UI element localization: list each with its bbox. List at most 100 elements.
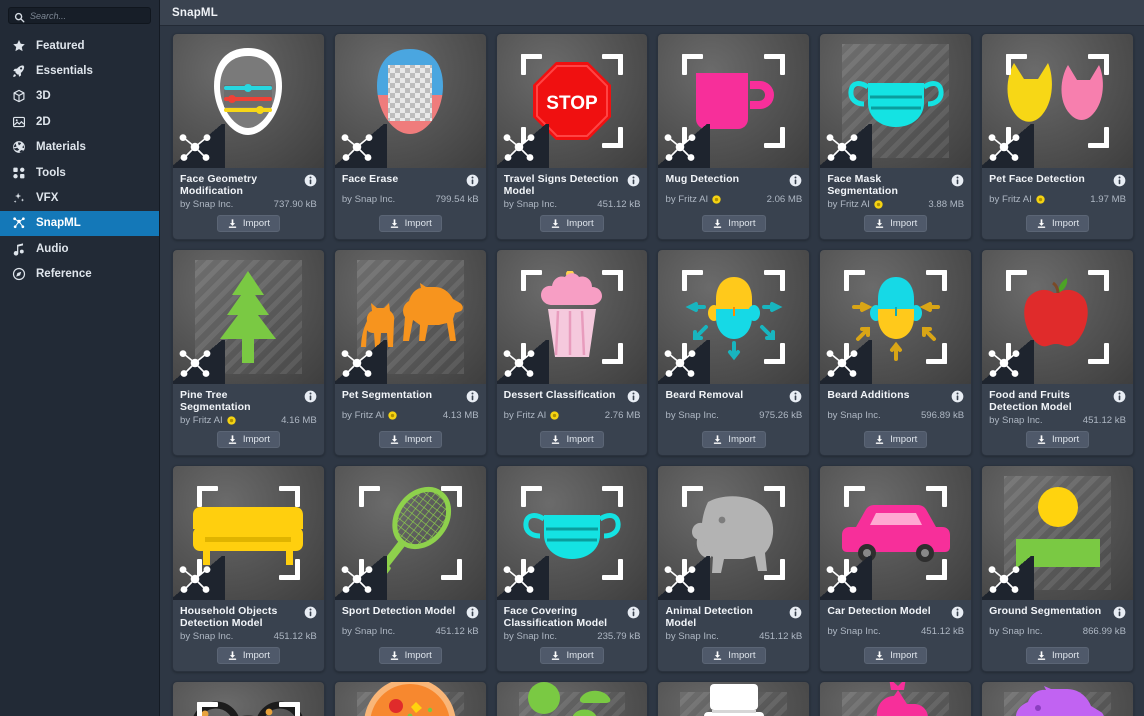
sidebar-item-audio[interactable]: Audio bbox=[0, 236, 159, 261]
asset-thumbnail[interactable] bbox=[658, 466, 810, 600]
asset-thumbnail[interactable] bbox=[820, 466, 972, 600]
asset-thumbnail[interactable] bbox=[658, 250, 810, 384]
info-icon[interactable] bbox=[627, 390, 640, 408]
import-button[interactable]: Import bbox=[702, 431, 766, 448]
import-button[interactable]: Import bbox=[1025, 215, 1090, 232]
asset-card[interactable] bbox=[172, 681, 325, 716]
info-icon[interactable] bbox=[466, 606, 479, 624]
info-icon[interactable] bbox=[466, 174, 479, 192]
asset-card[interactable]: Car Detection Model by Snap Inc. 451.12 kB… bbox=[819, 465, 973, 672]
asset-card[interactable]: STOP Travel Signs Detection Model by Snap … bbox=[495, 33, 649, 240]
asset-thumbnail[interactable] bbox=[173, 34, 324, 168]
info-icon[interactable] bbox=[627, 606, 640, 624]
sidebar-item-vfx[interactable]: VFX bbox=[0, 185, 159, 210]
info-icon[interactable] bbox=[304, 390, 317, 408]
import-button[interactable]: Import bbox=[702, 647, 766, 664]
asset-card[interactable] bbox=[657, 681, 811, 716]
import-button[interactable]: Import bbox=[864, 647, 928, 664]
asset-card[interactable]: Face Geometry Modification by Snap Inc. 73… bbox=[172, 33, 325, 240]
asset-browser[interactable]: Face Geometry Modification by Snap Inc. 73… bbox=[160, 26, 1144, 716]
asset-thumbnail[interactable] bbox=[334, 682, 486, 716]
info-icon[interactable] bbox=[466, 390, 479, 408]
asset-thumbnail[interactable] bbox=[820, 682, 972, 716]
import-button[interactable]: Import bbox=[864, 431, 928, 448]
asset-thumbnail[interactable]: STOP bbox=[496, 34, 648, 168]
asset-thumbnail[interactable] bbox=[173, 250, 324, 384]
import-button[interactable]: Import bbox=[1025, 647, 1090, 664]
import-button[interactable]: Import bbox=[378, 215, 442, 232]
asset-thumbnail[interactable] bbox=[982, 682, 1133, 716]
asset-thumbnail[interactable] bbox=[334, 250, 486, 384]
sidebar-item-featured[interactable]: Featured bbox=[0, 33, 159, 58]
asset-card[interactable]: Pine Tree Segmentation by Fritz AI 4.16 MB… bbox=[172, 249, 325, 456]
info-icon[interactable] bbox=[627, 174, 640, 192]
download-icon bbox=[389, 434, 400, 445]
import-button[interactable]: Import bbox=[540, 431, 604, 448]
asset-thumbnail[interactable] bbox=[658, 682, 810, 716]
asset-thumbnail[interactable] bbox=[496, 682, 648, 716]
import-button[interactable]: Import bbox=[1025, 431, 1090, 448]
asset-card[interactable] bbox=[981, 681, 1134, 716]
info-icon[interactable] bbox=[789, 606, 802, 624]
info-icon[interactable] bbox=[304, 606, 317, 624]
info-icon[interactable] bbox=[789, 390, 802, 408]
asset-card[interactable]: Face Erase by Snap Inc. 799.54 kB Import bbox=[333, 33, 487, 240]
asset-thumbnail[interactable] bbox=[982, 466, 1133, 600]
asset-card[interactable]: Household Objects Detection Model by Snap… bbox=[172, 465, 325, 672]
search-input[interactable] bbox=[30, 10, 145, 21]
import-button[interactable]: Import bbox=[540, 647, 604, 664]
asset-card[interactable]: Beard Removal by Snap Inc. 975.26 kB Import bbox=[657, 249, 811, 456]
asset-card[interactable]: Pet Segmentation by Fritz AI 4.13 MB Import bbox=[333, 249, 487, 456]
info-icon[interactable] bbox=[1113, 174, 1126, 192]
asset-card[interactable]: Pet Face Detection by Fritz AI 1.97 MB Impo… bbox=[981, 33, 1134, 240]
asset-thumbnail[interactable] bbox=[982, 34, 1133, 168]
import-button[interactable]: Import bbox=[378, 431, 442, 448]
asset-author: by Fritz AI bbox=[989, 194, 1045, 205]
asset-card[interactable]: Food and Fruits Detection Model by Snap I… bbox=[981, 249, 1134, 456]
asset-thumbnail[interactable] bbox=[334, 466, 486, 600]
asset-card[interactable]: Sport Detection Model by Snap Inc. 451.12 … bbox=[333, 465, 487, 672]
asset-thumbnail[interactable] bbox=[820, 34, 972, 168]
asset-card[interactable]: Animal Detection Model by Snap Inc. 451.12… bbox=[657, 465, 811, 672]
asset-card[interactable] bbox=[333, 681, 487, 716]
import-button[interactable]: Import bbox=[702, 215, 766, 232]
info-icon[interactable] bbox=[789, 174, 802, 192]
asset-thumbnail[interactable] bbox=[334, 34, 486, 168]
info-icon[interactable] bbox=[1113, 606, 1126, 624]
sidebar-item-3d[interactable]: 3D bbox=[0, 84, 159, 109]
import-button[interactable]: Import bbox=[216, 215, 281, 232]
asset-thumbnail[interactable] bbox=[496, 250, 648, 384]
info-icon[interactable] bbox=[951, 174, 964, 192]
sidebar-item-reference[interactable]: Reference bbox=[0, 262, 159, 287]
import-button[interactable]: Import bbox=[378, 647, 442, 664]
asset-card[interactable] bbox=[495, 681, 649, 716]
info-icon[interactable] bbox=[1113, 390, 1126, 408]
asset-thumbnail[interactable] bbox=[982, 250, 1133, 384]
sidebar-item-snapml[interactable]: SnapML bbox=[0, 210, 159, 237]
import-button[interactable]: Import bbox=[864, 215, 928, 232]
asset-thumbnail[interactable] bbox=[658, 34, 810, 168]
sidebar-item-essentials[interactable]: Essentials bbox=[0, 58, 159, 83]
asset-thumbnail[interactable] bbox=[496, 466, 648, 600]
asset-card[interactable]: Face Covering Classification Model by Sna… bbox=[495, 465, 649, 672]
asset-card[interactable]: Beard Additions by Snap Inc. 596.89 kB Impo… bbox=[819, 249, 973, 456]
asset-card[interactable] bbox=[819, 681, 973, 716]
info-icon[interactable] bbox=[304, 174, 317, 192]
sidebar-item-materials[interactable]: Materials bbox=[0, 135, 159, 160]
asset-card[interactable]: Dessert Classification by Fritz AI 2.76 MB… bbox=[495, 249, 649, 456]
asset-thumbnail[interactable] bbox=[173, 466, 324, 600]
asset-card[interactable]: Ground Segmentation by Snap Inc. 866.99 kB… bbox=[981, 465, 1134, 672]
import-button[interactable]: Import bbox=[540, 215, 604, 232]
info-icon[interactable] bbox=[951, 390, 964, 408]
asset-thumbnail[interactable] bbox=[820, 250, 972, 384]
asset-card[interactable]: Face Mask Segmentation by Fritz AI 3.88 MB… bbox=[819, 33, 973, 240]
asset-author-text: by Snap Inc. bbox=[503, 631, 557, 642]
asset-card[interactable]: Mug Detection by Fritz AI 2.06 MB Import bbox=[657, 33, 811, 240]
sidebar-item-tools[interactable]: Tools bbox=[0, 160, 159, 185]
search-box[interactable] bbox=[8, 7, 151, 24]
asset-thumbnail[interactable] bbox=[173, 682, 324, 716]
import-button[interactable]: Import bbox=[216, 431, 281, 448]
info-icon[interactable] bbox=[951, 606, 964, 624]
sidebar-item-2d[interactable]: 2D bbox=[0, 109, 159, 134]
import-button[interactable]: Import bbox=[216, 647, 281, 664]
